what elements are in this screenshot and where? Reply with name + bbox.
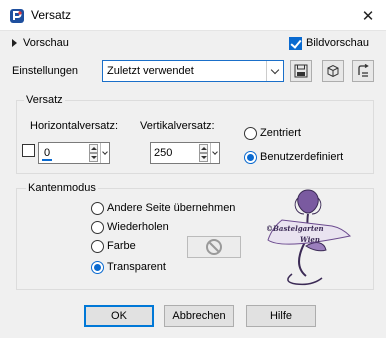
benutzerdefiniert-radio[interactable] bbox=[244, 151, 257, 164]
decrement-icon[interactable] bbox=[89, 153, 98, 162]
reset-button[interactable] bbox=[322, 60, 344, 82]
vertikalversatz-value[interactable]: 250 bbox=[154, 147, 172, 159]
help-button[interactable]: Hilfe bbox=[246, 305, 316, 327]
einstellungen-value: Zuletzt verwendet bbox=[107, 65, 194, 77]
farbe-radio[interactable] bbox=[91, 240, 104, 253]
save-icon bbox=[294, 64, 308, 78]
link-offset-checkbox[interactable] bbox=[22, 144, 35, 157]
andere-seite-radio[interactable] bbox=[91, 202, 104, 215]
horizontalversatz-spinner[interactable]: 0 bbox=[38, 142, 110, 164]
watermark-logo: ©Bastelgarten Wien bbox=[262, 180, 352, 290]
restore-button[interactable] bbox=[352, 60, 374, 82]
decrement-icon[interactable] bbox=[199, 153, 208, 162]
cancel-button[interactable]: Abbrechen bbox=[164, 305, 234, 327]
horizontalversatz-value[interactable]: 0 bbox=[42, 147, 53, 161]
versatz-group-title: Versatz bbox=[24, 94, 65, 106]
app-logo-icon bbox=[10, 9, 24, 23]
einstellungen-label: Einstellungen bbox=[12, 65, 79, 77]
preview-toggle[interactable]: Vorschau bbox=[12, 37, 69, 49]
window-title: Versatz bbox=[31, 8, 72, 22]
ok-button[interactable]: OK bbox=[84, 305, 154, 327]
bildvorschau-checkbox[interactable] bbox=[289, 37, 302, 50]
ok-button-label: OK bbox=[111, 310, 127, 322]
horizontalversatz-label: Horizontalversatz: bbox=[30, 120, 119, 132]
zentriert-radio[interactable] bbox=[244, 127, 257, 140]
watermark-text: ©Bastelgarten bbox=[266, 224, 324, 233]
title-bar: Versatz ✕ bbox=[0, 0, 386, 31]
farbe-label: Farbe bbox=[107, 240, 136, 252]
farbe-color-swatch[interactable] bbox=[187, 236, 241, 258]
chevron-down-icon[interactable] bbox=[100, 143, 109, 163]
wiederholen-label: Wiederholen bbox=[107, 221, 169, 233]
vertikalversatz-spinner[interactable]: 250 bbox=[150, 142, 220, 164]
vertikalversatz-label: Vertikalversatz: bbox=[140, 120, 215, 132]
help-button-label: Hilfe bbox=[269, 310, 292, 322]
transparent-label: Transparent bbox=[107, 261, 166, 273]
bildvorschau-label: Bildvorschau bbox=[306, 37, 369, 49]
zentriert-label: Zentriert bbox=[260, 127, 301, 139]
increment-icon[interactable] bbox=[89, 144, 98, 153]
no-color-icon bbox=[206, 239, 222, 255]
chevron-down-icon[interactable] bbox=[266, 61, 283, 81]
cancel-button-label: Abbrechen bbox=[172, 310, 226, 322]
transparent-radio[interactable] bbox=[91, 261, 104, 274]
close-icon: ✕ bbox=[361, 7, 375, 25]
expand-arrow-icon bbox=[12, 39, 17, 47]
save-preset-button[interactable] bbox=[290, 60, 312, 82]
andere-seite-label: Andere Seite übernehmen bbox=[107, 202, 236, 214]
wiederholen-radio[interactable] bbox=[91, 221, 104, 234]
einstellungen-dropdown[interactable]: Zuletzt verwendet bbox=[102, 60, 284, 82]
chevron-down-icon[interactable] bbox=[210, 143, 219, 163]
preview-label: Vorschau bbox=[23, 37, 69, 49]
restore-icon bbox=[358, 64, 369, 77]
increment-icon[interactable] bbox=[199, 144, 208, 153]
kantenmodus-group-title: Kantenmodus bbox=[26, 182, 98, 194]
watermark-subtext: Wien bbox=[300, 235, 320, 244]
reset-icon bbox=[327, 64, 339, 78]
benutzerdefiniert-label: Benutzerdefiniert bbox=[260, 151, 344, 163]
close-button[interactable]: ✕ bbox=[350, 0, 386, 31]
